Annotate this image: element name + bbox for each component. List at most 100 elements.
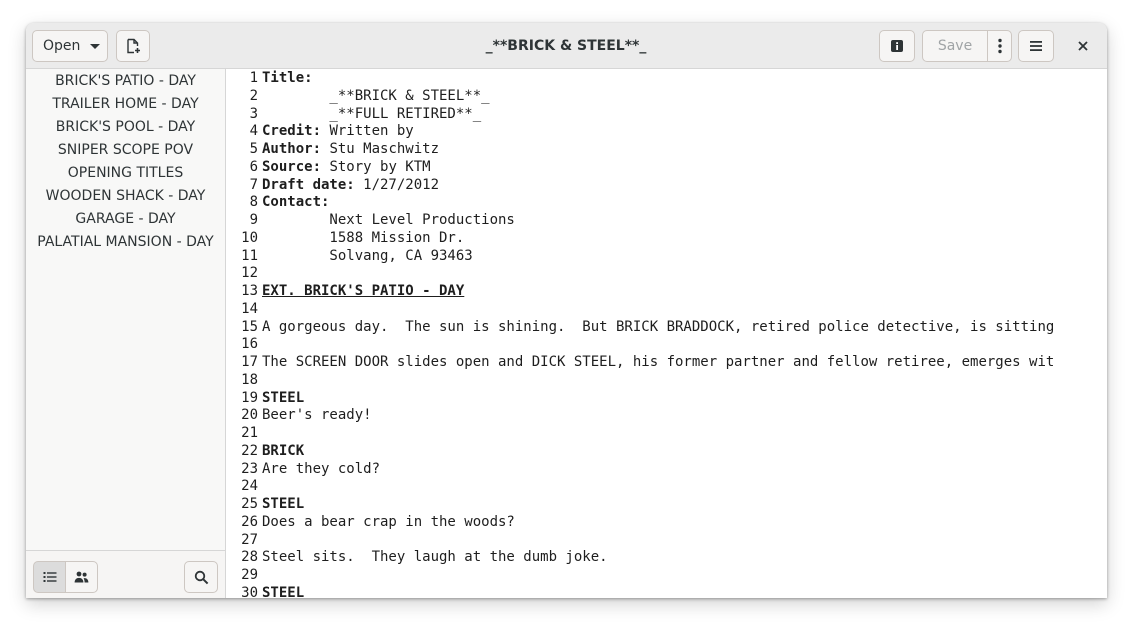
line-number: 1 xyxy=(249,70,258,86)
editor-line: 4 Credit: Written by xyxy=(226,123,1054,141)
line-text xyxy=(258,425,262,443)
line-number: 15 xyxy=(241,318,258,335)
scene-list-item[interactable]: WOODEN SHACK - DAY xyxy=(26,185,225,208)
title-page-key: Contact: xyxy=(262,194,330,211)
info-button[interactable] xyxy=(879,30,915,62)
line-text: EXT. BRICK'S PATIO - DAY xyxy=(258,283,464,301)
line-content: Story by KTM xyxy=(321,158,431,175)
line-number: 27 xyxy=(241,531,258,548)
scene-list-item[interactable]: PALATIAL MANSION - DAY xyxy=(26,231,225,254)
editor-line: 3 _**FULL RETIRED**_ xyxy=(226,106,1054,124)
editor-line: 5 Author: Stu Maschwitz xyxy=(226,141,1054,159)
line-content: Stu Maschwitz xyxy=(321,141,440,157)
title-page-key: Draft date: xyxy=(262,176,355,193)
line-number: 25 xyxy=(241,496,258,512)
chevron-down-icon xyxy=(90,43,101,49)
line-text xyxy=(258,301,262,319)
open-button[interactable]: Open xyxy=(32,30,108,62)
editor-lines: 1 Title: 2 _**BRICK & STEEL**_ 3 _**FULL RE… xyxy=(226,69,1054,598)
editor-line: 28 Steel sits. They laugh at the dumb jok… xyxy=(226,549,1054,567)
editor-line: 10 1588 Mission Dr. xyxy=(226,230,1054,248)
more-options-button[interactable] xyxy=(987,30,1012,62)
line-number: 18 xyxy=(241,371,258,388)
app-window: Open _**BRICK & STEEL**_ Save BRICK'S PA… xyxy=(26,23,1107,598)
line-text: The SCREEN DOOR slides open and DICK STE… xyxy=(258,354,1054,372)
close-window-button[interactable] xyxy=(1066,30,1100,62)
line-number: 21 xyxy=(241,425,258,441)
save-button[interactable]: Save xyxy=(922,30,988,62)
line-text: Does a bear crap in the woods? xyxy=(258,514,515,532)
line-content: 1588 Mission Dr. xyxy=(262,229,465,246)
window-title: _**BRICK & STEEL**_ xyxy=(485,38,647,54)
line-number: 24 xyxy=(241,478,258,495)
line-text: BRICK xyxy=(258,443,304,461)
scene-list-item[interactable]: TRAILER HOME - DAY xyxy=(26,93,225,116)
line-number: 19 xyxy=(241,389,258,406)
line-text: Solvang, CA 93463 xyxy=(258,248,472,266)
line-number: 2 xyxy=(249,87,258,104)
line-number: 28 xyxy=(241,549,258,566)
line-number: 12 xyxy=(241,265,258,282)
line-content: Next Level Productions xyxy=(262,212,515,228)
scene-list-item[interactable]: BRICK'S PATIO - DAY xyxy=(26,70,225,93)
new-document-icon xyxy=(125,38,141,54)
line-text: _**BRICK & STEEL**_ xyxy=(258,87,490,106)
scene-list-item[interactable]: SNIPER SCOPE POV xyxy=(26,139,225,162)
line-content: Are they cold? xyxy=(262,460,381,477)
line-text: Are they cold? xyxy=(258,461,380,479)
new-document-button[interactable] xyxy=(116,30,150,62)
editor-line: 2 _**BRICK & STEEL**_ xyxy=(226,88,1054,106)
line-number: 3 xyxy=(249,105,258,122)
line-text: Contact: xyxy=(258,194,329,212)
main-menu-button[interactable] xyxy=(1018,30,1054,62)
line-content: A gorgeous day. The sun is shining. But … xyxy=(262,318,1055,335)
scene-list-item[interactable]: OPENING TITLES xyxy=(26,162,225,185)
editor-line: 1 Title: xyxy=(226,70,1054,88)
close-icon xyxy=(1077,40,1089,52)
line-number: 5 xyxy=(249,141,258,157)
line-number: 30 xyxy=(241,584,258,598)
line-content: Steel sits. They laugh at the dumb joke. xyxy=(262,549,608,566)
line-text: Source: Story by KTM xyxy=(258,159,431,177)
script-editor[interactable]: 1 Title: 2 _**BRICK & STEEL**_ 3 _**FULL RE… xyxy=(226,69,1107,598)
editor-line: 12 xyxy=(226,265,1054,283)
sidebar-footer xyxy=(26,550,225,598)
line-text: STEEL xyxy=(258,390,304,408)
editor-line: 20 Beer's ready! xyxy=(226,407,1054,425)
character-name: STEEL xyxy=(262,584,305,598)
line-content: _**BRICK & STEEL**_ xyxy=(262,87,490,104)
line-text xyxy=(258,372,262,390)
line-number: 11 xyxy=(241,247,258,264)
line-text xyxy=(258,567,262,585)
hamburger-menu-icon xyxy=(1029,40,1043,52)
line-number: 8 xyxy=(249,194,258,211)
editor-line: 19 STEEL xyxy=(226,390,1054,408)
line-number: 10 xyxy=(241,229,258,246)
line-number: 7 xyxy=(249,176,258,193)
editor-line: 8 Contact: xyxy=(226,194,1054,212)
editor-line: 24 xyxy=(226,478,1054,496)
characters-view-button[interactable] xyxy=(65,561,98,593)
editor-line: 11 Solvang, CA 93463 xyxy=(226,248,1054,266)
scene-list-item[interactable]: BRICK'S POOL - DAY xyxy=(26,116,225,139)
search-button[interactable] xyxy=(184,561,218,593)
info-icon xyxy=(890,39,904,53)
line-text: Author: Stu Maschwitz xyxy=(258,141,439,159)
editor-line: 14 xyxy=(226,301,1054,319)
scenes-view-button[interactable] xyxy=(33,561,66,593)
line-text: STEEL xyxy=(258,585,304,598)
editor-line: 21 xyxy=(226,425,1054,443)
line-number: 6 xyxy=(249,158,258,175)
editor-line: 25 STEEL xyxy=(226,496,1054,514)
line-text: A gorgeous day. The sun is shining. But … xyxy=(258,319,1054,337)
line-text: Title: xyxy=(258,70,313,88)
editor-line: 29 xyxy=(226,567,1054,585)
line-number: 22 xyxy=(241,442,258,459)
editor-line: 30 STEEL xyxy=(226,585,1054,598)
scene-list-item[interactable]: GARAGE - DAY xyxy=(26,208,225,231)
editor-line: 27 xyxy=(226,532,1054,550)
line-number: 26 xyxy=(241,513,258,530)
line-text xyxy=(258,265,262,283)
line-text: Next Level Productions xyxy=(258,212,515,230)
line-content: Written by xyxy=(321,123,414,140)
